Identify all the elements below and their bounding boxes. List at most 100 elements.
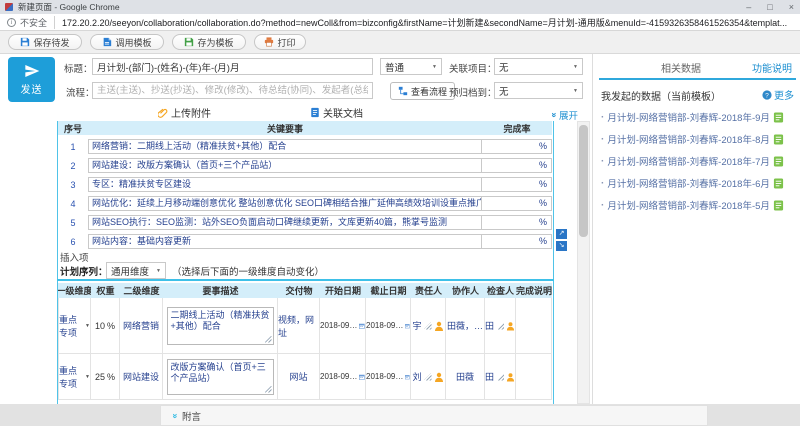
deliverable-field[interactable]: 网站 [278,354,320,400]
key-task-field[interactable]: 网站优化：延续上月移动端创意优化 整站创意优化 SEO口碑相结合推广延伸高绩效培… [88,196,482,211]
collapse-table-icon[interactable] [556,241,567,251]
upload-attachment-button[interactable]: 上传附件 [158,105,211,120]
minimize-button[interactable]: – [746,2,751,12]
collaborator-field[interactable]: 田薇，… [446,298,485,354]
dim1-select[interactable]: 重点专项 [58,298,91,354]
col-start-date: 开始日期 [320,283,366,298]
deliverable-field[interactable]: 视频，网址 [278,298,320,354]
link-document-button[interactable]: 关联文档 [310,105,363,120]
url-text[interactable]: 172.20.2.20/seeyon/collaboration/collabo… [55,16,787,29]
checker-value[interactable]: 田 [485,370,494,383]
maximize-button[interactable]: □ [767,2,772,12]
close-button[interactable]: × [789,2,794,12]
more-link[interactable]: ? 更多 [762,87,794,102]
dim2-field[interactable]: 网站建设 [120,354,163,400]
tab-related-data[interactable]: 相关数据 [661,60,701,75]
start-date-cell: 2018-09… [320,298,366,354]
plan-detail-table: 一级维度 权重 二级维度 要事描述 交付物 开始日期 截止日期 责任人 协作人 … [58,283,552,400]
start-date-value[interactable]: 2018-09… [320,321,357,330]
site-info-icon[interactable] [7,18,16,27]
completion-note-field[interactable] [516,354,552,400]
use-template-button[interactable]: 调用模板 [90,34,164,50]
view-flow-button[interactable]: 查看流程 [390,82,455,100]
completion-rate-field[interactable]: % [482,177,552,192]
completion-note-field[interactable] [516,298,552,354]
key-task-field[interactable]: 网站内容：基础内容更新 [88,234,482,249]
list-item[interactable]: 月计划-网络营销部-刘春辉-2018年-5月 [601,198,796,212]
desc-textarea[interactable]: 改版方案确认（首页+三个产品站） [167,359,274,395]
plan-link[interactable]: 月计划-网络营销部-刘春辉-2018年-9月 [607,110,770,124]
plan-link[interactable]: 月计划-网络营销部-刘春辉-2018年-7月 [607,154,770,168]
priority-select[interactable]: 普通 [380,58,442,75]
calendar-icon[interactable] [405,372,410,382]
flow-input[interactable] [92,82,373,99]
plan-detail-header: 一级维度 权重 二级维度 要事描述 交付物 开始日期 截止日期 责任人 协作人 … [58,283,552,298]
start-date-value[interactable]: 2018-09… [320,372,357,381]
scrollbar-thumb[interactable] [579,125,588,237]
save-as-template-button[interactable]: 存为模板 [172,34,246,50]
desc-cell: 二期线上活动（精准扶贫+其他）配合 [163,298,278,354]
key-task-field[interactable]: 网络营销：二期线上活动（精准扶贫+其他）配合 [88,139,482,154]
plan-link[interactable]: 月计划-网络营销部-刘春辉-2018年-5月 [607,198,770,212]
end-date-value[interactable]: 2018-09… [366,372,403,381]
expand-toggle[interactable]: 展开 [552,108,578,122]
related-project-select[interactable]: 无 [494,58,583,75]
collaborator-field[interactable]: 田薇 [446,354,485,400]
security-label[interactable]: 不安全 [20,16,55,29]
note-section[interactable]: 附言 [160,405,708,426]
completion-rate-field[interactable]: % [482,139,552,154]
resize-handle[interactable] [265,336,272,343]
list-item[interactable]: 月计划-网络营销部-刘春辉-2018年-7月 [601,154,796,168]
select-person-icon[interactable] [434,321,444,331]
tab-function-help[interactable]: 功能说明 [752,60,792,75]
list-item[interactable]: 月计划-网络营销部-刘春辉-2018年-9月 [601,110,796,124]
key-task-field[interactable]: 网站建设：改版方案确认（首页+三个产品站） [88,158,482,173]
owner-value[interactable]: 宇 [412,319,421,332]
more-label: 更多 [774,87,794,102]
weight-field[interactable]: 10% [91,298,120,354]
completion-rate-field[interactable]: % [482,215,552,230]
checker-value[interactable]: 田 [485,319,494,332]
select-person-icon[interactable] [506,321,515,331]
select-person-icon[interactable] [434,372,444,382]
list-item[interactable]: 月计划-网络营销部-刘春辉-2018年-8月 [601,132,796,146]
dim1-select[interactable]: 重点专项 [58,354,91,400]
priority-value: 普通 [385,60,404,74]
insert-item-link[interactable]: 插入项 [60,250,89,264]
select-person-icon[interactable] [506,372,515,382]
completion-rate-field[interactable]: % [482,158,552,173]
plan-sequence-label: 计划序列： [60,264,108,278]
desc-textarea[interactable]: 二期线上活动（精准扶贫+其他）配合 [167,307,274,345]
save-draft-button[interactable]: 保存待发 [8,34,82,50]
address-bar[interactable]: 不安全 172.20.2.20/seeyon/collaboration/col… [0,14,800,31]
dim2-field[interactable]: 网络营销 [120,298,163,354]
list-item[interactable]: 月计划-网络营销部-刘春辉-2018年-6月 [601,176,796,190]
key-task-field[interactable]: 网站SEO执行：SEO监测：站外SEO负面启动口碑继续更新，文库更新40篇，熊掌… [88,215,482,230]
end-date-value[interactable]: 2018-09… [366,321,403,330]
owner-value[interactable]: 刘 [412,370,421,383]
plan-sequence-hint: （选择后下面的一级维度自动变化） [172,264,324,278]
plan-link[interactable]: 月计划-网络营销部-刘春辉-2018年-6月 [607,176,770,190]
form-right-border [553,121,554,404]
row-number: 4 [58,199,88,209]
calendar-icon[interactable] [405,321,410,331]
weight-field[interactable]: 25% [91,354,120,400]
expand-table-icon[interactable] [556,229,567,239]
vertical-scrollbar[interactable] [577,121,590,404]
print-button[interactable]: 打印 [254,34,306,50]
send-button[interactable]: 发送 [8,57,55,102]
plan-sequence-value: 通用维度 [111,264,149,278]
calendar-icon[interactable] [359,372,365,382]
calendar-icon[interactable] [359,321,365,331]
completion-rate-field[interactable]: % [482,196,552,211]
plan-sequence-select[interactable]: 通用维度 [106,262,166,279]
title-input[interactable] [92,58,373,75]
completion-rate-field[interactable]: % [482,234,552,249]
col-checker: 检查人 [485,283,516,298]
prearchive-select[interactable]: 无 [494,82,583,99]
resize-handle[interactable] [265,386,272,393]
start-date-cell: 2018-09… [320,354,366,400]
plan-link[interactable]: 月计划-网络营销部-刘春辉-2018年-8月 [607,132,770,146]
key-task-field[interactable]: 专区：精准扶贫专区建设 [88,177,482,192]
flow-label: 流程： [66,85,95,99]
